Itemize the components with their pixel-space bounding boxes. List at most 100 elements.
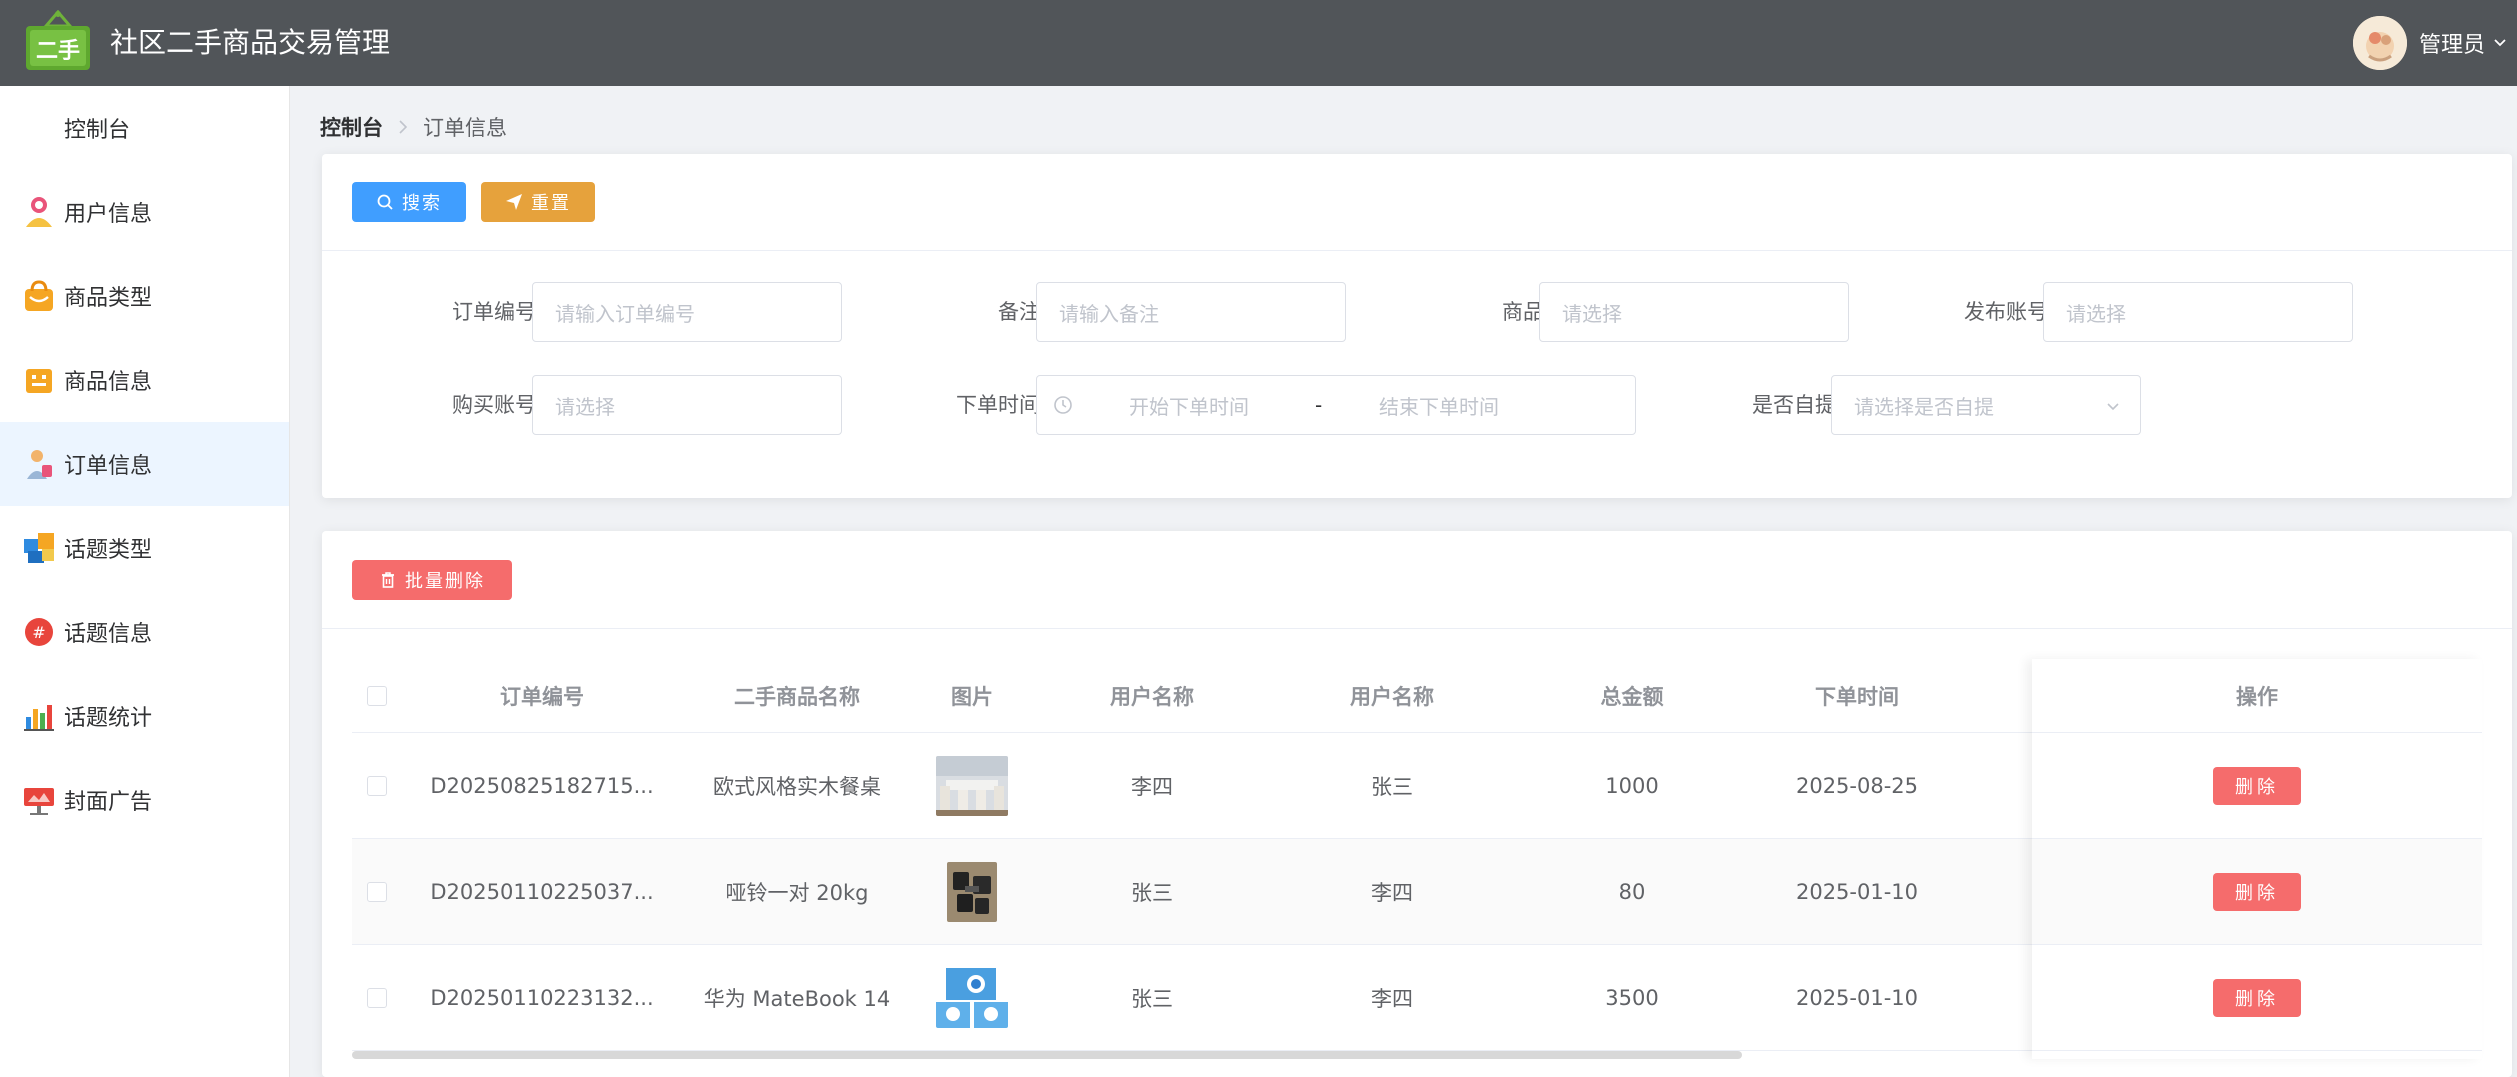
user-name-cell: 张三 — [1131, 880, 1173, 905]
order-time-range[interactable]: 开始下单时间 - 结束下单时间 — [1036, 375, 1636, 435]
chevron-down-icon — [2107, 403, 2119, 411]
order-time-cell: 2025-01-10 — [1795, 985, 1919, 1010]
self-pickup-label: 是否自提 — [1752, 393, 1836, 417]
order-time-cell: 2025-08-25 — [1795, 773, 1919, 798]
row-checkbox[interactable] — [367, 881, 387, 902]
sidebar-item-dashboard[interactable]: 控制台 — [0, 86, 289, 170]
table-row: D20250825182715... 欧式风格实木餐桌 李四 张三 1000 2… — [352, 733, 2482, 839]
topic-type-icon — [22, 531, 56, 565]
sidebar-item-label: 订单信息 — [64, 454, 153, 479]
sidebar-item-label: 封面广告 — [64, 790, 153, 815]
amount-cell: 1000 — [1605, 773, 1659, 798]
product-image-cell — [922, 733, 1022, 838]
table-header: 订单编号 二手商品名称 图片 用户名称 用户名称 总金额 下单时间 操作 — [352, 659, 2482, 733]
amount-cell: 3500 — [1605, 985, 1659, 1010]
order-time-end[interactable]: 结束下单时间 — [1379, 391, 1499, 420]
chevron-down-icon[interactable] — [2493, 36, 2507, 50]
order-time-start[interactable]: 开始下单时间 — [1129, 391, 1249, 420]
sidebar-item-label: 商品类型 — [64, 286, 153, 311]
sidebar-item-users[interactable]: 用户信息 — [0, 170, 289, 254]
bar-chart-icon — [22, 699, 56, 733]
order-no-cell: D20250110223132... — [430, 985, 654, 1010]
column-header[interactable]: 用户名称 — [1032, 659, 1272, 732]
column-header[interactable]: 订单编号 — [422, 659, 662, 732]
order-icon — [22, 447, 56, 481]
reset-button[interactable]: 重置 — [481, 182, 595, 222]
user-menu[interactable]: 管理员 — [2352, 0, 2517, 86]
breadcrumb: 控制台 订单信息 — [320, 112, 507, 142]
top-header: 二手 社区二手商品交易管理 管理员 — [0, 0, 2517, 86]
svg-text:二手: 二手 — [36, 39, 80, 64]
select-all-checkbox[interactable] — [367, 685, 387, 706]
search-panel: 搜索 重置 订单编号 请输入订单编号 备注 请输入备注 商品 请选择 发布账号 … — [322, 154, 2512, 498]
dining-table-image[interactable] — [936, 755, 1008, 816]
sidebar-item-label: 话题类型 — [64, 538, 153, 563]
avatar[interactable] — [2352, 16, 2407, 70]
batch-delete-button[interactable]: 批量删除 — [352, 560, 512, 600]
product-name-cell: 哑铃一对 20kg — [725, 880, 869, 905]
order-no-input[interactable]: 请输入订单编号 — [532, 282, 842, 342]
remark-input[interactable]: 请输入备注 — [1036, 282, 1346, 342]
delete-button[interactable]: 删除 — [2213, 872, 2301, 911]
order-table: 订单编号 二手商品名称 图片 用户名称 用户名称 总金额 下单时间 操作 D20… — [352, 659, 2482, 1059]
laptop-image[interactable] — [936, 967, 1008, 1028]
column-header: 操作 — [2236, 684, 2278, 709]
column-header[interactable]: 下单时间 — [1737, 659, 1977, 732]
user-name-cell: 李四 — [1371, 986, 1413, 1011]
table-row: D20250110225037... 哑铃一对 20kg 张三 李四 80 20… — [352, 839, 2482, 945]
action-cell: 删除 — [2032, 733, 2482, 838]
product-name-cell: 欧式风格实木餐桌 — [713, 774, 881, 799]
horizontal-scrollbar[interactable] — [352, 1051, 1742, 1059]
breadcrumb-root[interactable]: 控制台 — [320, 112, 383, 142]
search-button[interactable]: 搜索 — [352, 182, 466, 222]
order-time-separator: - — [1315, 393, 1323, 417]
user-icon — [22, 195, 56, 229]
remark-label: 备注 — [998, 300, 1040, 324]
publisher-select[interactable]: 请选择 — [2043, 282, 2353, 342]
column-header[interactable]: 二手商品名称 — [682, 659, 912, 732]
delete-button[interactable]: 删除 — [2213, 766, 2301, 805]
row-checkbox[interactable] — [367, 775, 387, 796]
sidebar-item-products[interactable]: 商品信息 — [0, 338, 289, 422]
column-header[interactable]: 用户名称 — [1272, 659, 1512, 732]
row-checkbox-cell — [352, 733, 402, 838]
order-no-cell: D20250110225037... — [430, 879, 654, 904]
sidebar-item-label: 用户信息 — [64, 202, 153, 227]
svg-text:#: # — [32, 623, 45, 642]
order-no-label: 订单编号 — [452, 300, 536, 324]
sidebar-item-product-types[interactable]: 商品类型 — [0, 254, 289, 338]
user-name-cell: 张三 — [1371, 774, 1413, 799]
sidebar: 控制台 用户信息 商品类型 商品信息 订单信息 话题类型 # 话题信息 话题统计… — [0, 86, 290, 1077]
logo-icon: 二手 — [24, 9, 92, 72]
buyer-label: 购买账号 — [452, 393, 536, 417]
order-time-label: 下单时间 — [956, 393, 1040, 417]
user-name[interactable]: 管理员 — [2419, 27, 2485, 59]
shopping-bag-icon — [22, 279, 56, 313]
product-name-cell: 华为 MateBook 14 — [703, 986, 891, 1011]
sidebar-item-topic-types[interactable]: 话题类型 — [0, 506, 289, 590]
billboard-icon — [22, 783, 56, 817]
self-pickup-select[interactable]: 请选择是否自提 — [1831, 375, 2141, 435]
product-image-cell — [922, 839, 1022, 944]
sidebar-item-label: 话题信息 — [64, 622, 153, 647]
product-select[interactable]: 请选择 — [1539, 282, 1849, 342]
breadcrumb-separator-icon — [397, 115, 409, 139]
sidebar-item-orders[interactable]: 订单信息 — [0, 422, 289, 506]
send-icon — [506, 194, 522, 210]
sidebar-item-topics[interactable]: # 话题信息 — [0, 590, 289, 674]
row-checkbox[interactable] — [367, 987, 387, 1008]
sidebar-item-topic-stats[interactable]: 话题统计 — [0, 674, 289, 758]
sidebar-item-cover-ads[interactable]: 封面广告 — [0, 758, 289, 842]
dumbbell-image[interactable] — [947, 861, 997, 922]
action-cell: 删除 — [2032, 839, 2482, 944]
amount-cell: 80 — [1618, 879, 1646, 904]
breadcrumb-current: 订单信息 — [423, 116, 507, 140]
select-all-cell — [352, 659, 402, 732]
trash-icon — [382, 572, 394, 588]
buyer-select[interactable]: 请选择 — [532, 375, 842, 435]
column-header[interactable]: 总金额 — [1512, 659, 1752, 732]
delete-button[interactable]: 删除 — [2213, 978, 2301, 1017]
search-icon — [377, 194, 393, 210]
divider — [322, 628, 2512, 629]
reset-button-label: 重置 — [531, 193, 571, 214]
